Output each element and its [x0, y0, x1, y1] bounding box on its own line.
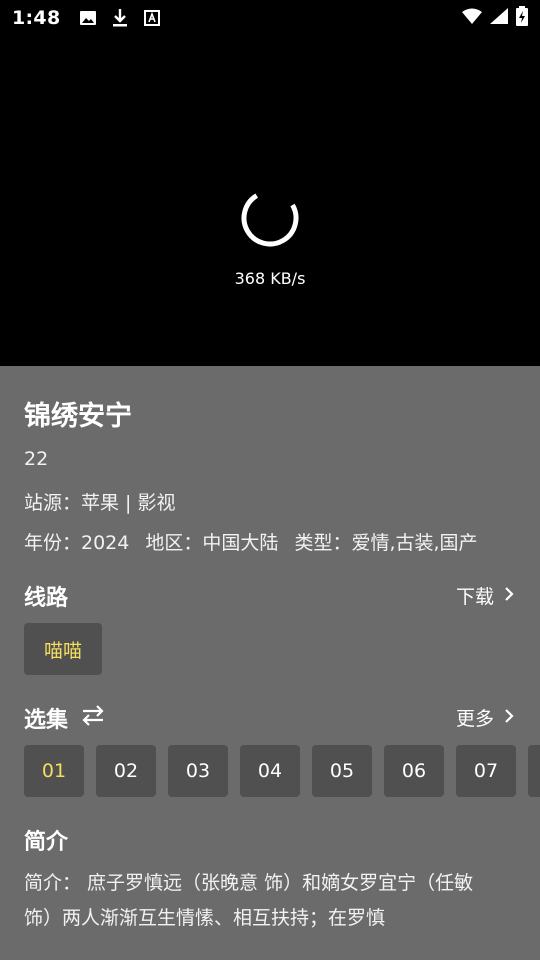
more-label: 更多: [455, 708, 494, 730]
genre-info: 类型：爱情,古装,国产: [294, 532, 478, 554]
episode-count: 22: [24, 448, 49, 470]
intro-heading: 简介: [24, 830, 69, 855]
year-info: 年份：2024: [24, 532, 130, 554]
episode-chip[interactable]: 02: [96, 745, 156, 797]
loading-spinner-icon: [241, 189, 299, 247]
episode-chip[interactable]: 01: [24, 745, 84, 797]
episode-chip[interactable]: 07: [456, 745, 516, 797]
episode-list: 01 02 03 04 05 06 07: [24, 745, 540, 797]
battery-icon: [516, 6, 528, 30]
status-bar: 1:48: [0, 0, 540, 36]
download-label: 下载: [455, 586, 494, 608]
episode-chip[interactable]: 05: [312, 745, 372, 797]
download-button[interactable]: 下载: [456, 582, 514, 609]
video-title: 锦绣安宁: [24, 401, 132, 432]
swap-order-icon[interactable]: [80, 704, 106, 732]
chevron-right-icon: [504, 707, 514, 729]
wifi-icon: [462, 8, 482, 28]
episode-chip[interactable]: 03: [168, 745, 228, 797]
meta-info: 年份：2024 地区：中国大陆 类型：爱情,古装,国产: [24, 528, 488, 555]
a-badge-icon: [142, 8, 162, 28]
region-info: 地区：中国大陆: [145, 532, 279, 554]
episode-chip[interactable]: 06: [384, 745, 444, 797]
video-player[interactable]: 368 KB/s: [0, 36, 540, 366]
chevron-right-icon: [504, 585, 514, 607]
status-time: 1:48: [12, 7, 61, 29]
details-panel: 锦绣安宁 22 站源：苹果 | 影视 年份：2024 地区：中国大陆 类型：爱情…: [0, 366, 540, 960]
download-speed: 368 KB/s: [234, 269, 306, 288]
route-option-miaomiao[interactable]: 喵喵: [24, 623, 102, 675]
episode-heading-row: 选集: [24, 702, 106, 734]
source-info: 站源：苹果 | 影视: [24, 492, 176, 514]
episode-chip[interactable]: [528, 745, 540, 797]
more-episodes-button[interactable]: 更多: [456, 704, 514, 731]
episode-heading: 选集: [24, 708, 69, 733]
route-heading: 线路: [24, 586, 69, 611]
signal-icon: [490, 8, 508, 28]
download-icon: [110, 8, 130, 28]
image-icon: [78, 8, 98, 28]
intro-text: 简介： 庶子罗慎远（张晚意 饰）和嫡女罗宜宁（任敏 饰）两人渐渐互生情愫、相互扶…: [24, 872, 474, 929]
episode-chip[interactable]: 04: [240, 745, 300, 797]
